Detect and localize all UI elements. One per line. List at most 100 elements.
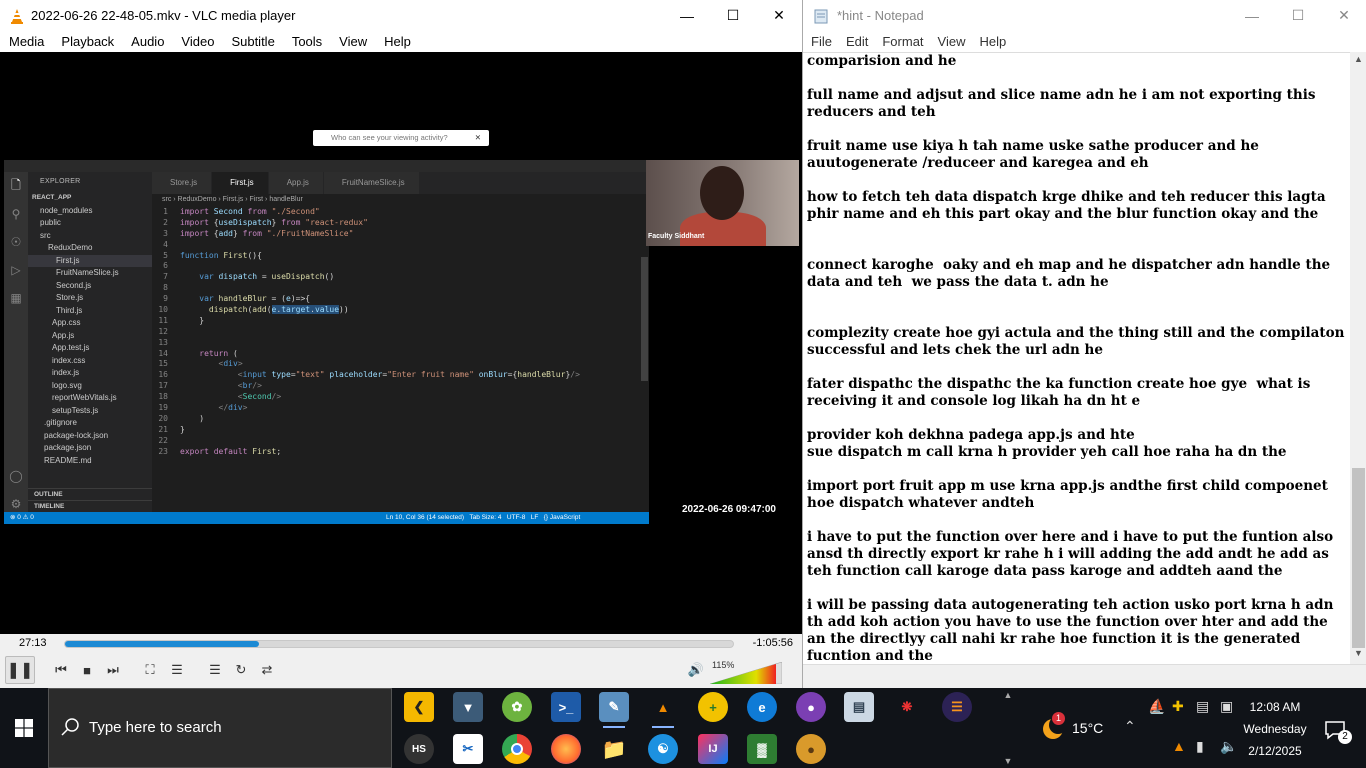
- taskbar-search[interactable]: Type here to search: [48, 688, 392, 768]
- ship-tray-icon[interactable]: ⛵: [1148, 698, 1165, 715]
- notepad-titlebar[interactable]: *hint - Notepad — ☐ ✕: [803, 0, 1366, 31]
- weather-widget[interactable]: 1 15°C: [1038, 712, 1128, 744]
- notepad-menubar: File Edit Format View Help: [803, 31, 1366, 52]
- close-button[interactable]: ✕: [756, 0, 802, 31]
- text-line: receiving it and console log likah ha dn…: [807, 393, 1141, 409]
- shuffle-button[interactable]: ⇄: [255, 658, 279, 682]
- powershell-icon[interactable]: >_: [551, 692, 581, 722]
- tree-item: App.css: [52, 318, 81, 327]
- menu-help[interactable]: Help: [971, 34, 1012, 49]
- edge-browser-icon[interactable]: e: [747, 692, 777, 722]
- chevron-up-icon[interactable]: ▲: [1004, 690, 1013, 700]
- excel-chart-icon[interactable]: ▓: [747, 734, 777, 764]
- extensions-icon: ▦: [10, 291, 22, 305]
- hs-app-icon[interactable]: HS: [404, 734, 434, 764]
- tree-item: ReduxDemo: [48, 243, 93, 252]
- menu-video[interactable]: Video: [172, 34, 222, 49]
- menu-view[interactable]: View: [330, 34, 375, 49]
- minimize-button[interactable]: —: [664, 0, 710, 31]
- snipping-tool-icon[interactable]: ✂: [453, 734, 483, 764]
- vscode-breadcrumb: src › ReduxDemo › First.js › First › han…: [162, 196, 303, 203]
- seek-progress: [65, 641, 259, 647]
- intellij-icon[interactable]: IJ: [698, 734, 728, 764]
- vlc-menubar: Media Playback Audio Video Subtitle Tool…: [0, 31, 802, 52]
- seek-slider[interactable]: [64, 640, 734, 648]
- eclipse-ide-icon[interactable]: ☰: [942, 692, 972, 722]
- notepad-plus-icon[interactable]: +: [698, 692, 728, 722]
- maximize-button[interactable]: ☐: [1275, 0, 1321, 31]
- vlc-titlebar[interactable]: 2022-06-26 22-48-05.mkv - VLC media play…: [0, 0, 802, 31]
- run-debug-icon: ▷: [11, 263, 21, 277]
- speaker-icon[interactable]: 🔊: [684, 658, 708, 682]
- menu-tools[interactable]: Tools: [283, 34, 330, 49]
- menu-edit[interactable]: Edit: [838, 34, 874, 49]
- lion-app-icon[interactable]: ●: [796, 734, 826, 764]
- text-line: full name and adjsut and slice name adn …: [807, 87, 1316, 103]
- paint-app-icon[interactable]: ❋: [892, 692, 922, 722]
- previous-button[interactable]: ⏮: [49, 658, 73, 682]
- chevron-up-icon[interactable]: ⌃: [1124, 718, 1136, 735]
- close-button[interactable]: ✕: [1321, 0, 1366, 31]
- monitor-app-icon[interactable]: ▤: [844, 692, 874, 722]
- pause-button[interactable]: ❚❚: [5, 656, 35, 684]
- text-line: th add koh action you have to use the fu…: [807, 614, 1328, 630]
- network-icon[interactable]: ▣: [1220, 698, 1233, 715]
- eclipse-purple-icon[interactable]: ●: [796, 692, 826, 722]
- vlc-taskbar-icon[interactable]: ▲: [648, 692, 678, 728]
- minimize-button[interactable]: —: [1229, 0, 1275, 31]
- tab-fruitnameslice: FruitNameSlice.js: [323, 172, 420, 194]
- remaining-time[interactable]: -1:05:56: [753, 637, 793, 649]
- status-info: Ln 10, Col 36 (14 selected) Tab Size: 4 …: [386, 514, 581, 521]
- maximize-button[interactable]: ☐: [710, 0, 756, 31]
- text-line: [807, 580, 1350, 597]
- scroll-thumb[interactable]: [1352, 468, 1365, 648]
- file-explorer-icon[interactable]: 📁: [599, 734, 629, 764]
- video-area[interactable]: Who can see your viewing activity? ✕ 🗋 ⚲…: [0, 52, 802, 634]
- fullscreen-button[interactable]: ⛶: [138, 658, 162, 682]
- playlist-button[interactable]: ☰: [203, 658, 227, 682]
- notification-center-button[interactable]: 2: [1320, 716, 1356, 744]
- chevron-down-icon[interactable]: ▼: [1004, 756, 1013, 766]
- spring-tool-icon[interactable]: ✿: [502, 692, 532, 722]
- start-button[interactable]: [0, 688, 48, 768]
- menu-audio[interactable]: Audio: [122, 34, 172, 49]
- volume-slider[interactable]: [710, 662, 782, 684]
- menu-media[interactable]: Media: [0, 34, 52, 49]
- media-player-icon[interactable]: ▼: [453, 692, 483, 722]
- stop-button[interactable]: ■: [75, 658, 99, 682]
- sublime-text-icon[interactable]: ❮: [404, 692, 434, 722]
- text-line: phir name and eh this part okay and the …: [807, 206, 1319, 222]
- loop-button[interactable]: ↻: [229, 658, 253, 682]
- scroll-down-icon[interactable]: ▼: [1350, 648, 1366, 662]
- extended-settings-button[interactable]: ☰: [165, 658, 189, 682]
- notepad-scrollbar[interactable]: ▲ ▼: [1350, 52, 1366, 664]
- tree-item: index.js: [52, 368, 80, 377]
- menu-view[interactable]: View: [930, 34, 972, 49]
- tree-item: .gitignore: [44, 418, 77, 427]
- monitor-tray-icon[interactable]: ▤: [1196, 698, 1209, 715]
- vlc-tray-icon[interactable]: ▲: [1172, 738, 1186, 754]
- firefox-icon[interactable]: [551, 734, 581, 764]
- elapsed-time[interactable]: 27:13: [19, 637, 47, 649]
- taskbar-clock[interactable]: 12:08 AM Wednesday 2/12/2025: [1240, 696, 1310, 762]
- weather-badge: 1: [1052, 712, 1065, 725]
- volume-icon[interactable]: 🔈: [1220, 738, 1237, 755]
- notepad-text-area[interactable]: comparision and he full name and adjsut a…: [803, 52, 1350, 664]
- vscode-tabs: Store.js First.js App.js FruitNameSlice.…: [152, 172, 649, 194]
- notepad-taskbar-icon[interactable]: ✎: [599, 692, 629, 728]
- notepad-plus-tray-icon[interactable]: ✚: [1172, 698, 1184, 715]
- menu-playback[interactable]: Playback: [52, 34, 122, 49]
- vscode-statusbar: ⊗ 0 ⚠ 0 Ln 10, Col 36 (14 selected) Tab …: [4, 512, 649, 524]
- battery-icon[interactable]: ▮: [1196, 738, 1204, 755]
- docker-icon[interactable]: ☯: [648, 734, 678, 764]
- menu-subtitle[interactable]: Subtitle: [222, 34, 282, 49]
- next-button[interactable]: ⏭: [101, 658, 125, 682]
- taskbar-scroll[interactable]: ▲ ▼: [998, 688, 1018, 768]
- tree-item: reportWebVitals.js: [52, 393, 117, 402]
- vlc-window: 2022-06-26 22-48-05.mkv - VLC media play…: [0, 0, 802, 688]
- chrome-icon[interactable]: [502, 734, 532, 764]
- scroll-up-icon[interactable]: ▲: [1350, 54, 1366, 68]
- menu-help[interactable]: Help: [375, 34, 419, 49]
- menu-format[interactable]: Format: [874, 34, 929, 49]
- menu-file[interactable]: File: [803, 34, 838, 49]
